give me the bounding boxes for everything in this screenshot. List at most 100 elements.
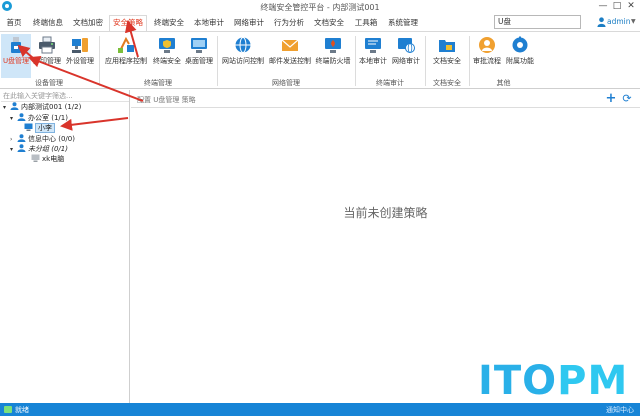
website-access-control-button[interactable]: 网站访问控制 [219, 34, 267, 78]
chevron-down-icon[interactable]: ▾ [10, 114, 17, 124]
group-icon [17, 134, 26, 142]
tree-node-ungrouped[interactable]: ▾ 未分组 (0/1) [10, 144, 68, 154]
usb-drive-icon [11, 37, 21, 53]
network-audit-icon [398, 38, 415, 53]
tree-node-xk-pc[interactable]: xk电脑 [31, 154, 64, 164]
tree-node-label: 小李 [35, 123, 55, 133]
group-separator [469, 36, 470, 86]
terminal-security-button[interactable]: 终端安全 [152, 34, 182, 78]
group-icon [17, 113, 26, 121]
tree-node-info-center[interactable]: › 信息中心 (0/0) [10, 134, 75, 144]
website-access-control-label: 网站访问控制 [222, 57, 264, 65]
peripheral-icon [72, 38, 88, 53]
computer-offline-icon [31, 154, 40, 162]
group-label-audit: 终端审计 [376, 79, 404, 87]
group-label-device: 设备管理 [35, 79, 63, 87]
document-security-label: 文档安全 [433, 57, 461, 65]
shield-monitor-icon [159, 38, 175, 53]
status-text: 就绪 [15, 406, 29, 414]
computer-online-icon [24, 123, 33, 131]
tab-terminal-security[interactable]: 终端安全 [151, 16, 187, 31]
auxiliary-function-button[interactable]: 附属功能 [504, 34, 536, 78]
terminal-firewall-button[interactable]: 终端防火墙 [313, 34, 353, 78]
minimize-button[interactable]: — [596, 0, 610, 13]
tree-node-label: 办公室 (1/1) [28, 114, 68, 122]
tab-doc-encryption[interactable]: 文档加密 [70, 16, 106, 31]
group-separator [217, 36, 218, 86]
user-name-button[interactable]: admin [607, 17, 631, 26]
user-icon [597, 17, 606, 27]
globe-icon [235, 37, 251, 53]
tab-toolbox[interactable]: 工具箱 [351, 16, 381, 31]
local-audit-icon [365, 38, 381, 53]
terminal-firewall-label: 终端防火墙 [315, 57, 351, 65]
print-management-label: 打印管理 [33, 57, 61, 65]
tree-node-root[interactable]: ▾ 内部测试001 (1/2) [3, 102, 81, 112]
tab-terminal-info[interactable]: 终端信息 [30, 16, 66, 31]
notification-center-link[interactable]: 通知中心 [606, 405, 634, 415]
chevron-down-icon[interactable]: ▾ [3, 103, 10, 113]
document-folder-icon [439, 40, 455, 52]
tree-filter-input[interactable]: 在此输入关键字筛选... [1, 91, 129, 102]
group-separator [99, 36, 100, 86]
network-audit-label: 网络审计 [392, 57, 420, 65]
ribbon-toolbar: U盘管理 打印管理 外设管理 设备管理 应用程序控制 终端安全 桌面管理 终端管… [0, 31, 640, 89]
close-button[interactable]: ✕ [624, 0, 638, 13]
tree-node-label: 内部测试001 (1/2) [21, 103, 82, 111]
document-security-button[interactable]: 文档安全 [427, 34, 467, 78]
tab-doc-security[interactable]: 文档安全 [311, 16, 347, 31]
group-separator [355, 36, 356, 86]
app-window: 终端安全管控平台 - 内部测试001 — □ ✕ 首页 终端信息 文档加密 安全… [0, 0, 640, 416]
peripheral-management-label: 外设管理 [66, 57, 94, 65]
app-control-button[interactable]: 应用程序控制 [101, 34, 151, 78]
desktop-management-button[interactable]: 桌面管理 [183, 34, 215, 78]
tab-local-audit[interactable]: 本地审计 [191, 16, 227, 31]
tab-behavior-analysis[interactable]: 行为分析 [271, 16, 307, 31]
usb-management-button[interactable]: U盘管理 [1, 34, 31, 78]
refresh-button[interactable]: ⟳ [621, 93, 633, 105]
printer-icon [39, 36, 55, 54]
group-icon [17, 144, 26, 152]
auxiliary-function-label: 附属功能 [506, 57, 534, 65]
content-header: 配置 U盘管理 策略 + ⟳ [131, 90, 640, 108]
status-icon [4, 406, 12, 413]
tab-network-audit[interactable]: 网络审计 [231, 16, 267, 31]
chevron-down-icon[interactable]: ▾ [10, 145, 17, 155]
gear-icon [512, 36, 528, 53]
mail-send-control-button[interactable]: 邮件发送控制 [267, 34, 313, 78]
add-policy-button[interactable]: + [605, 92, 617, 105]
tree-node-label: 信息中心 (0/0) [28, 135, 75, 143]
peripheral-management-button[interactable]: 外设管理 [63, 34, 97, 78]
window-title: 终端安全管控平台 - 内部测试001 [260, 3, 380, 12]
mail-send-control-label: 邮件发送控制 [269, 57, 311, 65]
search-input[interactable]: U盘 [494, 15, 581, 29]
maximize-button[interactable]: □ [610, 0, 624, 13]
group-label-terminal: 终端管理 [144, 79, 172, 87]
tree-node-xiaoli[interactable]: 小李 [24, 123, 55, 133]
approval-icon [479, 37, 495, 53]
group-icon [10, 102, 19, 110]
approval-process-button[interactable]: 审批流程 [471, 34, 503, 78]
local-audit-button[interactable]: 本地审计 [357, 34, 389, 78]
group-label-network: 网络管理 [272, 79, 300, 87]
app-control-label: 应用程序控制 [105, 57, 147, 65]
local-audit-label: 本地审计 [359, 57, 387, 65]
tab-home[interactable]: 首页 [2, 16, 26, 31]
tree-node-label: 未分组 (0/1) [28, 145, 68, 153]
tab-system-management[interactable]: 系统管理 [385, 16, 421, 31]
tab-security-policy[interactable]: 安全策略 [109, 15, 147, 31]
device-tree-panel: 在此输入关键字筛选... ▾ 内部测试001 (1/2) ▾ 办公室 (1/1) 小… [0, 90, 130, 403]
title-bar: 终端安全管控平台 - 内部测试001 — □ ✕ [0, 0, 640, 13]
firewall-icon [325, 38, 341, 53]
print-management-button[interactable]: 打印管理 [32, 34, 62, 78]
tree-node-office[interactable]: ▾ 办公室 (1/1) [10, 113, 68, 123]
terminal-security-label: 终端安全 [153, 57, 181, 65]
tree-node-label: xk电脑 [42, 155, 65, 163]
desktop-management-label: 桌面管理 [185, 57, 213, 65]
chevron-down-icon[interactable]: ▼ [631, 18, 636, 25]
group-label-document: 文档安全 [433, 79, 461, 87]
network-audit-button[interactable]: 网络审计 [390, 34, 422, 78]
approval-process-label: 审批流程 [473, 57, 501, 65]
usb-management-label: U盘管理 [2, 57, 30, 65]
breadcrumb: 配置 U盘管理 策略 [137, 96, 196, 104]
